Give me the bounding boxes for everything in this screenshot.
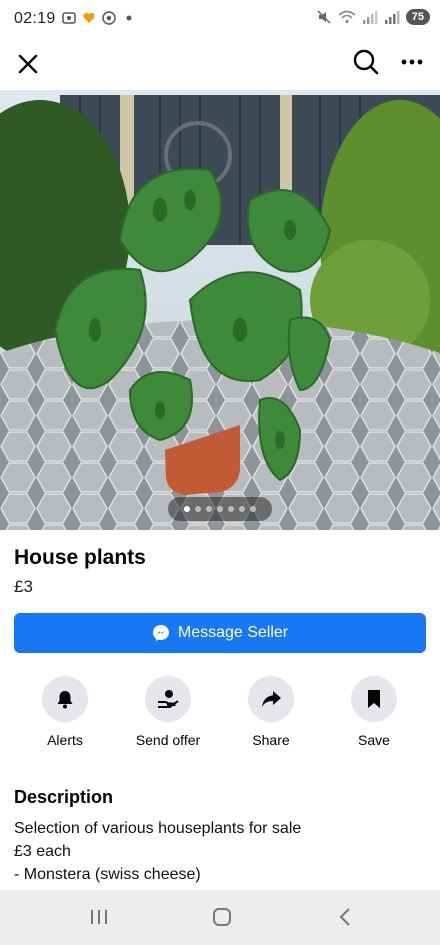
send-offer-button[interactable]: Send offer xyxy=(118,676,218,748)
signal-icon-2 xyxy=(384,11,400,24)
listing-title: House plants xyxy=(14,546,146,569)
status-time: 02:19 xyxy=(14,10,56,27)
close-icon[interactable] xyxy=(12,48,44,80)
action-row: Alerts Send offer Share Save xyxy=(0,676,440,756)
status-notification-icons xyxy=(62,11,136,25)
pager-dot[interactable] xyxy=(217,506,223,512)
alerts-button[interactable]: Alerts xyxy=(15,676,115,748)
bookmark-icon xyxy=(368,690,380,708)
screenshot-icon xyxy=(62,12,76,24)
heart-app-icon xyxy=(83,12,95,23)
notification-dot-icon xyxy=(126,15,132,21)
share-button[interactable]: Share xyxy=(221,676,321,748)
pager-dot[interactable] xyxy=(184,506,190,512)
system-nav-bar xyxy=(0,890,440,945)
send-offer-label: Send offer xyxy=(135,732,201,748)
wifi-icon xyxy=(338,10,356,24)
recent-apps-icon[interactable] xyxy=(84,904,114,930)
send-offer-icon xyxy=(158,690,179,708)
image-pager[interactable] xyxy=(168,497,272,521)
message-seller-label: Message Seller xyxy=(177,624,289,641)
more-options-icon[interactable] xyxy=(396,46,428,78)
bell-icon xyxy=(57,691,73,709)
pager-dot[interactable] xyxy=(206,506,212,512)
share-arrow-icon xyxy=(262,691,281,707)
description-heading: Description xyxy=(14,787,114,807)
home-icon[interactable] xyxy=(207,904,237,930)
status-right-icons: 75 xyxy=(316,9,430,25)
chrome-icon xyxy=(102,11,116,25)
battery-badge: 75 xyxy=(405,9,430,25)
description-text: Selection of various houseplants for sal… xyxy=(14,820,302,883)
pager-dot[interactable] xyxy=(250,506,256,512)
listing-photo[interactable] xyxy=(0,90,440,530)
listing-price: £3 xyxy=(14,577,33,596)
signal-icon-1 xyxy=(362,11,378,24)
message-seller-button[interactable]: Message Seller xyxy=(14,613,426,653)
messenger-icon xyxy=(152,625,169,641)
alerts-label: Alerts xyxy=(47,732,83,748)
save-button[interactable]: Save xyxy=(324,676,424,748)
save-label: Save xyxy=(358,732,390,748)
pager-dot[interactable] xyxy=(239,506,245,512)
plant-illustration xyxy=(0,90,440,530)
share-label: Share xyxy=(252,732,290,748)
status-bar: 02:19 75 xyxy=(0,0,440,40)
pager-dot[interactable] xyxy=(228,506,234,512)
search-icon[interactable] xyxy=(350,46,382,78)
mute-icon xyxy=(317,10,331,24)
back-icon[interactable] xyxy=(330,904,360,930)
top-bar xyxy=(0,40,440,90)
pager-dot[interactable] xyxy=(195,506,201,512)
